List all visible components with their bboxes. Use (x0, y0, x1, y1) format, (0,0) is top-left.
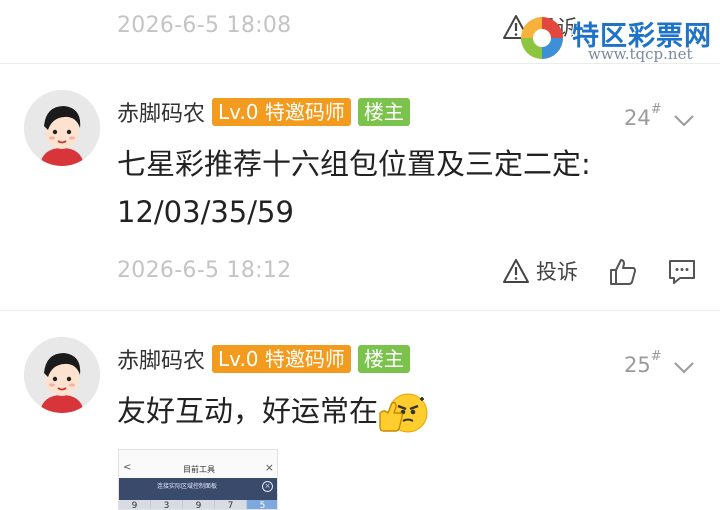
thumbnail-digits: 9 3 9 7 5 (119, 500, 277, 509)
thumbnail-clear-icon: × (262, 481, 273, 492)
author-row: 赤脚码农 Lv.0 特邀码师 楼主 (117, 343, 410, 375)
watermark-url: www.tqcp.net (588, 45, 693, 63)
owner-badge: 楼主 (357, 98, 410, 126)
author-row: 赤脚码农 Lv.0 特邀码师 楼主 (117, 96, 410, 128)
attachment-thumbnail[interactable]: < 目前工具 × 连接实际区域控制面板 × 9 3 9 7 5 (118, 449, 278, 510)
comment-content: 友好互动，好运常在 (117, 389, 697, 435)
floor-mark: # (650, 102, 662, 117)
thumbnail-header: < 目前工具 × (119, 450, 277, 478)
floor-number: 25# (624, 349, 662, 377)
warning-icon (503, 259, 529, 283)
level-badge: Lv.0 特邀码师 (212, 345, 351, 373)
floor-number: 24# (624, 102, 662, 130)
watermark-logo-icon (521, 17, 563, 59)
comment-time: 2026-6-5 18:12 (117, 258, 292, 283)
digit-cell: 3 (151, 500, 183, 509)
thumbnail-body: 连接实际区域控制面板 × 9 3 9 7 5 (119, 478, 277, 509)
comment-icon[interactable] (666, 256, 698, 288)
author-name[interactable]: 赤脚码农 (117, 96, 205, 128)
thumbnail-close-icon: × (264, 461, 274, 474)
level-badge: Lv.0 特邀码师 (212, 98, 351, 126)
thumbs-up-icon[interactable] (607, 256, 639, 288)
avatar-cartoon-icon (24, 90, 100, 166)
avatar[interactable] (24, 90, 100, 166)
thumbnail-prompt: 连接实际区域控制面板 (157, 483, 218, 490)
chevron-down-icon[interactable] (672, 359, 696, 375)
comment-item: 赤脚码农 Lv.0 特邀码师 楼主 25# 友好互动，好运常在 < 目前工具 ×… (0, 311, 720, 510)
thumbs-up-emoji (379, 393, 428, 433)
floor-mark: # (650, 349, 662, 364)
author-name[interactable]: 赤脚码农 (117, 343, 205, 375)
content-text: 友好互动，好运常在 (117, 394, 379, 428)
digit-cell: 5 (247, 500, 277, 509)
comment-content: 七星彩推荐十六组包位置及三定二定: 12/03/35/59 (117, 142, 697, 234)
comment-time: 2026-6-5 18:08 (117, 13, 292, 38)
digit-cell: 9 (119, 500, 151, 509)
floor-value: 25 (624, 353, 651, 377)
digit-cell: 7 (215, 500, 247, 509)
chevron-down-icon[interactable] (672, 112, 696, 128)
avatar[interactable] (24, 337, 100, 413)
report-button[interactable]: 投诉 (502, 256, 578, 286)
site-watermark: 特区彩票网 www.tqcp.net (518, 12, 714, 64)
comment-footer: 2026-6-5 18:12 投诉 (0, 254, 720, 294)
content-line: 七星彩推荐十六组包位置及三定二定: (117, 147, 591, 181)
digit-cell: 9 (183, 500, 215, 509)
comment-item: 赤脚码农 Lv.0 特邀码师 楼主 24# 七星彩推荐十六组包位置及三定二定: … (0, 64, 720, 310)
content-line: 12/03/35/59 (117, 195, 294, 229)
report-label: 投诉 (536, 260, 578, 284)
owner-badge: 楼主 (357, 345, 410, 373)
avatar-cartoon-icon (24, 337, 100, 413)
floor-value: 24 (624, 106, 651, 130)
thumbnail-title: 目前工具 (183, 465, 215, 474)
